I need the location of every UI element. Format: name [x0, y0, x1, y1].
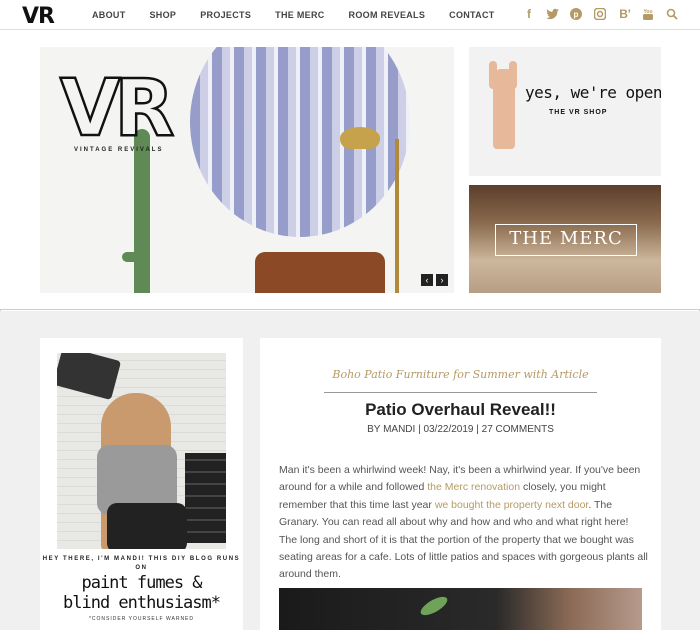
blog-post: Boho Patio Furniture for Summer with Art… [260, 338, 661, 630]
floor-lamp-pole [395, 139, 399, 293]
merc-renovation-link[interactable]: the Merc renovation [427, 481, 520, 493]
floor-lamp-image [340, 127, 380, 149]
shop-open-tagline: THE VR SHOP [549, 109, 608, 116]
site-header: VR ABOUT SHOP PROJECTS THE MERC ROOM REV… [0, 0, 700, 30]
pinterest-icon[interactable]: p [570, 8, 584, 20]
svg-text:p: p [574, 10, 579, 19]
slider-controls: ‹ › [421, 274, 448, 286]
youtube-icon[interactable]: You [642, 8, 656, 20]
search-icon[interactable] [666, 8, 680, 20]
excerpt-text-3: . The Granary. You can read all about wh… [279, 498, 648, 581]
wooden-hand-image [493, 69, 515, 149]
nav-shop[interactable]: SHOP [150, 10, 177, 20]
nav-contact[interactable]: CONTACT [449, 10, 494, 20]
author-tagline-line2: blind enthusiasm* [63, 593, 221, 613]
facebook-icon[interactable]: f [522, 6, 536, 22]
nav-room-reveals[interactable]: ROOM REVEALS [349, 10, 426, 20]
post-meta: BY MANDI | 03/22/2019 | 27 COMMENTS [367, 424, 554, 435]
twitter-icon[interactable] [546, 8, 560, 20]
author-tagline-line1: paint fumes & [81, 573, 202, 593]
shop-open-promo[interactable]: yes, we're open. THE VR SHOP [469, 47, 661, 176]
nav-projects[interactable]: PROJECTS [200, 10, 251, 20]
tools-image [57, 353, 122, 401]
nav-the-merc[interactable]: THE MERC [275, 10, 324, 20]
slide-logo: VR [59, 64, 176, 154]
leather-chair-image [255, 252, 385, 293]
plant-leaf [418, 593, 450, 619]
social-links: f p B' You [522, 6, 680, 22]
post-title[interactable]: Patio Overhaul Reveal!! [260, 400, 661, 420]
author-pants [107, 503, 187, 549]
post-excerpt: Man it's been a whirlwind week! Nay, it'… [279, 462, 649, 584]
post-featured-image[interactable] [279, 588, 642, 630]
nav-about[interactable]: ABOUT [92, 10, 126, 20]
the-merc-promo[interactable]: THE MERC [469, 185, 661, 293]
property-next-door-link[interactable]: we bought the property next door [435, 499, 589, 511]
the-merc-label: THE MERC [509, 228, 623, 249]
category-divider [324, 392, 597, 393]
prev-slide-button[interactable]: ‹ [421, 274, 433, 286]
author-photo[interactable] [57, 353, 226, 549]
hero-slider[interactable]: VR VINTAGE REVIVALS ‹ › [40, 47, 454, 293]
bloglovin-icon[interactable]: B' [618, 6, 632, 22]
storage-bins-image [185, 453, 226, 543]
about-sidebar: HEY THERE, I'M MANDI! THIS DIY BLOG RUNS… [40, 338, 243, 630]
shop-open-headline: yes, we're open. [525, 83, 661, 102]
author-tagline: paint fumes & blind enthusiasm* [40, 573, 243, 613]
next-slide-button[interactable]: › [436, 274, 448, 286]
content-area: HEY THERE, I'M MANDI! THIS DIY BLOG RUNS… [0, 311, 700, 630]
author-intro: HEY THERE, I'M MANDI! THIS DIY BLOG RUNS… [42, 556, 241, 571]
author-footnote: *CONSIDER YOURSELF WARNED [88, 616, 194, 622]
post-category-link[interactable]: Boho Patio Furniture for Summer with Art… [260, 368, 661, 381]
hero-section: VR VINTAGE REVIVALS ‹ › yes, we're open.… [0, 30, 700, 310]
slide-logo-subtitle: VINTAGE REVIVALS [74, 147, 164, 153]
cactus-arm [122, 252, 144, 262]
instagram-icon[interactable] [594, 8, 608, 20]
site-logo[interactable]: VR [22, 4, 55, 29]
main-nav: ABOUT SHOP PROJECTS THE MERC ROOM REVEAL… [92, 0, 519, 30]
